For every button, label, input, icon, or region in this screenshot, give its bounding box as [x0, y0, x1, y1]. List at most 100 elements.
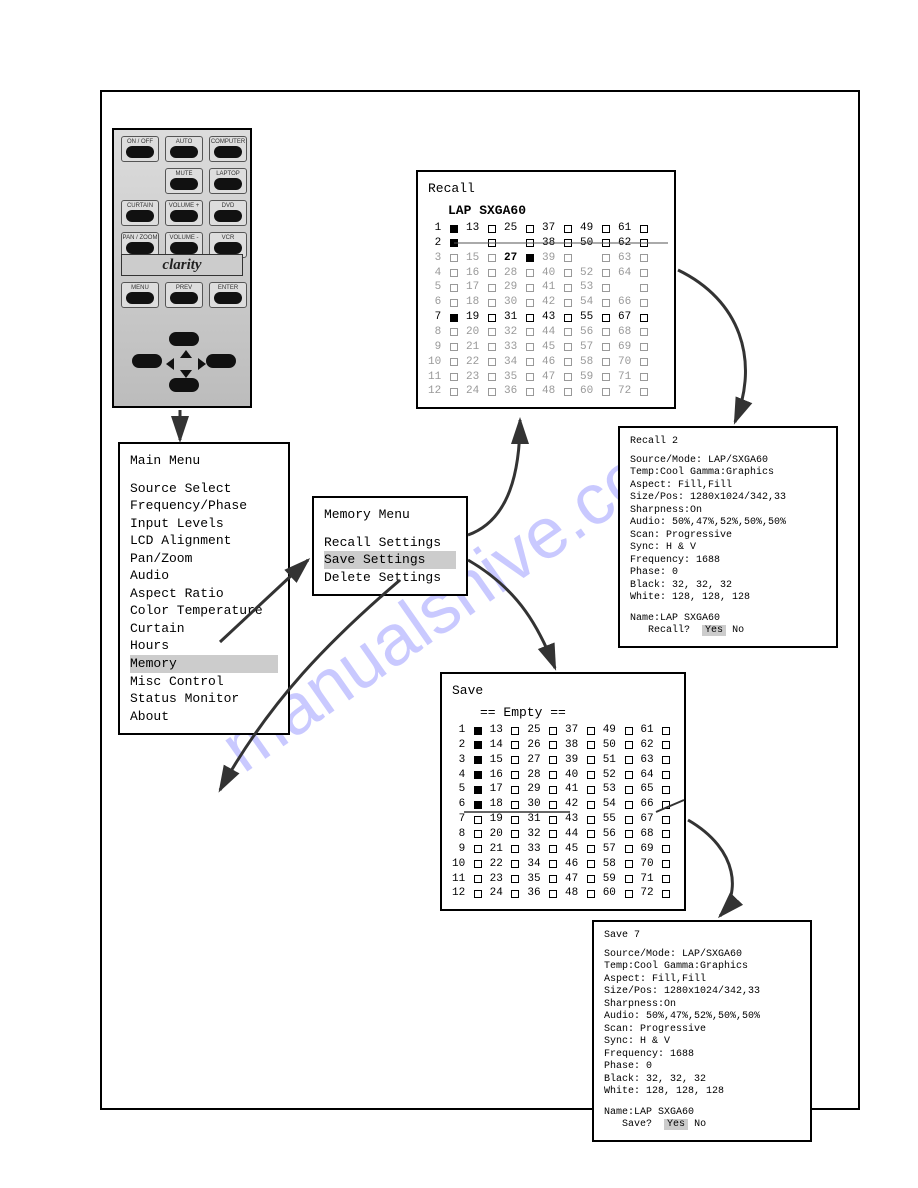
- nav-minus[interactable]: [132, 354, 162, 368]
- detail-line: Aspect: Fill,Fill: [630, 480, 826, 493]
- slot-row[interactable]: 7 19 31 43 55 67: [452, 812, 674, 827]
- remote-button[interactable]: MENU: [121, 282, 159, 308]
- main-menu-item[interactable]: Color Temperature: [130, 602, 278, 620]
- remote-brand: clarity: [121, 254, 243, 276]
- save-name-label: Name:: [604, 1107, 634, 1118]
- save-detail-panel: Save 7 Source/Mode: LAP/SXGA60Temp:Cool …: [592, 920, 812, 1142]
- slot-row[interactable]: 8 20 32 44 56 68: [452, 827, 674, 842]
- slot-row[interactable]: 4 16 28 40 52 64: [452, 768, 674, 783]
- main-menu-item[interactable]: About: [130, 708, 278, 726]
- slot-row[interactable]: 3 15 27 39 63: [428, 251, 664, 266]
- recall-header: LAP SXGA60: [448, 202, 664, 220]
- memory-menu-item[interactable]: Save Settings: [324, 551, 456, 569]
- nav-center-top[interactable]: [169, 332, 199, 346]
- slot-row[interactable]: 1 13 25 37 49 61: [452, 723, 674, 738]
- slot-row[interactable]: 10 22 34 46 58 70: [452, 857, 674, 872]
- main-menu-item[interactable]: Source Select: [130, 480, 278, 498]
- remote-button[interactable]: AUTO SETUP: [165, 136, 203, 162]
- slot-row[interactable]: 3 15 27 39 51 63: [452, 753, 674, 768]
- main-menu-title: Main Menu: [130, 452, 278, 470]
- main-menu-item[interactable]: Curtain: [130, 620, 278, 638]
- slot-row[interactable]: 11 23 35 47 59 71: [452, 872, 674, 887]
- detail-line: Sync: H & V: [630, 542, 826, 555]
- detail-line: White: 128, 128, 128: [604, 1086, 800, 1099]
- recall-no[interactable]: No: [732, 625, 744, 636]
- detail-line: Sharpness:On: [604, 999, 800, 1012]
- slot-row[interactable]: 4 16 28 40 52 64: [428, 266, 664, 281]
- page: manualshive.com ON / OFFAUTO SETUPCOMPUT…: [0, 0, 918, 1188]
- save-title: Save: [452, 682, 674, 700]
- slot-row[interactable]: 10 22 34 46 58 70: [428, 355, 664, 370]
- main-menu-item[interactable]: Hours: [130, 637, 278, 655]
- main-menu-item[interactable]: Input Levels: [130, 515, 278, 533]
- main-menu-item[interactable]: Status Monitor: [130, 690, 278, 708]
- memory-menu-title: Memory Menu: [324, 506, 456, 524]
- main-menu-item[interactable]: Aspect Ratio: [130, 585, 278, 603]
- detail-line: Aspect: Fill,Fill: [604, 974, 800, 987]
- memory-menu-panel: Memory Menu Recall SettingsSave Settings…: [312, 496, 468, 596]
- nav-plus[interactable]: [206, 354, 236, 368]
- main-menu-item[interactable]: Memory: [130, 655, 278, 673]
- save-detail-title: Save 7: [604, 930, 800, 943]
- save-yes[interactable]: Yes: [664, 1119, 688, 1130]
- slot-row[interactable]: 11 23 35 47 59 71: [428, 370, 664, 385]
- slot-row[interactable]: 1 13 25 37 49 61: [428, 221, 664, 236]
- remote-button[interactable]: VOLUME +: [165, 200, 203, 226]
- remote-button[interactable]: PREV: [165, 282, 203, 308]
- recall-name-label: Name:: [630, 613, 660, 624]
- arrow-down-icon: [180, 370, 192, 378]
- detail-line: Black: 32, 32, 32: [630, 580, 826, 593]
- remote-button[interactable]: ON / OFF: [121, 136, 159, 162]
- main-menu-item[interactable]: Pan/Zoom: [130, 550, 278, 568]
- save-name-value: LAP SXGA60: [634, 1107, 694, 1118]
- slot-row[interactable]: 2 14 26 38 50 62: [452, 738, 674, 753]
- remote-button[interactable]: DVD: [209, 200, 247, 226]
- detail-line: Source/Mode: LAP/SXGA60: [630, 455, 826, 468]
- remote-button[interactable]: COMPUTER: [209, 136, 247, 162]
- recall-yes[interactable]: Yes: [702, 625, 726, 636]
- memory-menu-item[interactable]: Delete Settings: [324, 569, 456, 587]
- slot-row[interactable]: 12 24 36 48 60 72: [452, 886, 674, 901]
- detail-line: Scan: Progressive: [630, 530, 826, 543]
- arrow-left-icon: [166, 358, 174, 370]
- recall-name-value: LAP SXGA60: [660, 613, 720, 624]
- slot-row[interactable]: 7 19 31 43 55 67: [428, 310, 664, 325]
- main-menu-item[interactable]: Misc Control: [130, 673, 278, 691]
- slot-row[interactable]: 9 21 33 45 57 69: [452, 842, 674, 857]
- remote-button[interactable]: ENTER: [209, 282, 247, 308]
- slot-row[interactable]: 2 38 50 62: [428, 236, 664, 251]
- detail-line: Black: 32, 32, 32: [604, 1074, 800, 1087]
- recall-detail-panel: Recall 2 Source/Mode: LAP/SXGA60Temp:Coo…: [618, 426, 838, 648]
- detail-line: Temp:Cool Gamma:Graphics: [630, 467, 826, 480]
- detail-line: Sharpness:On: [630, 505, 826, 518]
- nav-center-bottom[interactable]: [169, 378, 199, 392]
- save-no[interactable]: No: [694, 1119, 706, 1130]
- slot-row[interactable]: 6 18 30 42 54 66: [428, 295, 664, 310]
- detail-line: White: 128, 128, 128: [630, 592, 826, 605]
- detail-line: Audio: 50%,47%,52%,50%,50%: [630, 517, 826, 530]
- detail-line: Size/Pos: 1280x1024/342,33: [630, 492, 826, 505]
- main-menu-item[interactable]: Frequency/Phase: [130, 497, 278, 515]
- slot-row[interactable]: 6 18 30 42 54 66: [452, 797, 674, 812]
- remote-button[interactable]: LAPTOP: [209, 168, 247, 194]
- remote-button[interactable]: CURTAIN: [121, 200, 159, 226]
- save-prompt: Save?: [622, 1119, 652, 1130]
- remote-control: ON / OFFAUTO SETUPCOMPUTERMUTELAPTOP CURT…: [112, 128, 252, 408]
- slot-row[interactable]: 8 20 32 44 56 68: [428, 325, 664, 340]
- recall-prompt: Recall?: [648, 625, 690, 636]
- memory-menu-item[interactable]: Recall Settings: [324, 534, 456, 552]
- detail-line: Frequency: 1688: [604, 1049, 800, 1062]
- slot-row[interactable]: 9 21 33 45 57 69: [428, 340, 664, 355]
- slot-row[interactable]: 5 17 29 41 53: [428, 280, 664, 295]
- slot-row[interactable]: 12 24 36 48 60 72: [428, 384, 664, 399]
- detail-line: Phase: 0: [604, 1061, 800, 1074]
- save-header: == Empty ==: [480, 704, 674, 722]
- remote-button[interactable]: MUTE: [165, 168, 203, 194]
- slot-row[interactable]: 5 17 29 41 53 65: [452, 782, 674, 797]
- arrow-up-icon: [180, 350, 192, 358]
- recall-detail-title: Recall 2: [630, 436, 826, 449]
- main-menu-item[interactable]: LCD Alignment: [130, 532, 278, 550]
- recall-panel: Recall LAP SXGA60 1 13 25 37 49 61 2 38 …: [416, 170, 676, 409]
- remote-nav: [114, 326, 250, 406]
- main-menu-item[interactable]: Audio: [130, 567, 278, 585]
